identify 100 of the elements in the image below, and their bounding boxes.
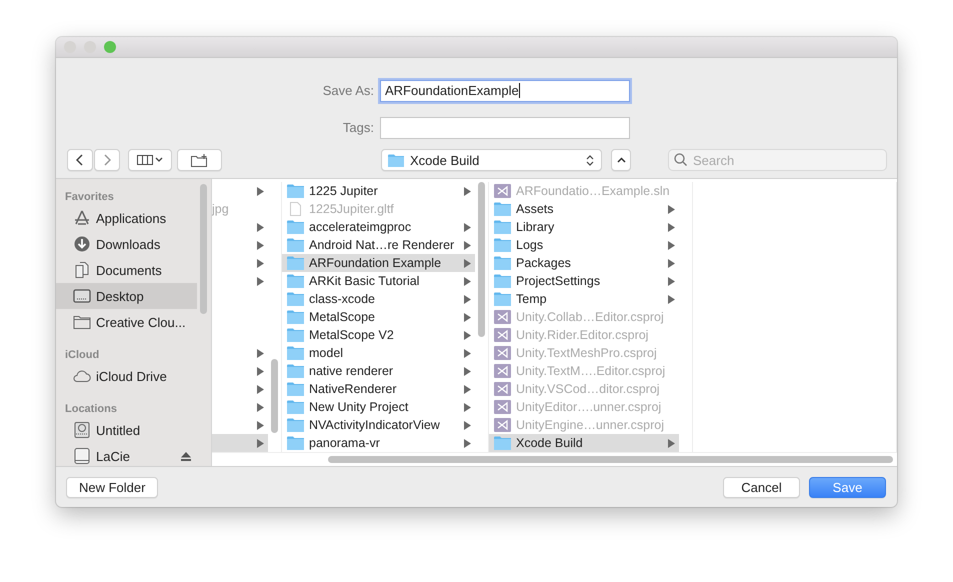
sidebar-item[interactable]: Downloads xyxy=(56,231,197,257)
sidebar-heading: iCloud xyxy=(65,349,100,361)
disclosure-arrow-icon xyxy=(464,186,471,196)
folder-icon xyxy=(287,184,304,198)
chevron-up-icon xyxy=(616,157,626,163)
file-name: model xyxy=(309,346,344,360)
folder-icon xyxy=(287,346,304,360)
file-name: 1225 Jupiter xyxy=(309,184,379,198)
eject-icon[interactable] xyxy=(181,452,191,460)
document-icon xyxy=(287,202,304,216)
folder-icon xyxy=(287,256,304,270)
file-row[interactable]: New Unity Project xyxy=(282,398,475,416)
file-row[interactable]: Xcode Build xyxy=(489,434,679,452)
folder-icon xyxy=(287,382,304,396)
sidebar-item[interactable]: Documents xyxy=(56,257,197,283)
file-row[interactable]: Packages xyxy=(489,254,679,272)
up-down-chevron-icon xyxy=(586,154,594,166)
file-name: MetalScope V2 xyxy=(309,328,395,342)
file-name: Unity.Collab…Editor.csproj xyxy=(516,310,665,324)
file-row[interactable]: ARFoundation Example xyxy=(282,254,475,272)
project-file-icon xyxy=(494,400,511,414)
file-name: Unity.VSCod…ditor.csproj xyxy=(516,382,661,396)
file-row[interactable]: MetalScope V2 xyxy=(282,326,475,344)
project-file-icon xyxy=(494,418,511,432)
file-row[interactable]: Android Nat…re Renderer xyxy=(282,236,475,254)
sidebar-heading: Favorites xyxy=(65,191,114,203)
file-row[interactable]: ARKit Basic Tutorial xyxy=(282,272,475,290)
file-name: New Unity Project xyxy=(309,400,410,414)
scrollbar[interactable] xyxy=(328,456,893,463)
folder-icon xyxy=(287,274,304,288)
file-name: ARFoundation Example xyxy=(309,256,442,270)
file-row[interactable]: NVActivityIndicatorView xyxy=(282,416,475,434)
new-folder-icon-button[interactable] xyxy=(177,149,222,171)
file-name: Packages xyxy=(516,256,572,270)
file-name: Unity.TextM….Editor.csproj xyxy=(516,364,666,378)
file-name: accelerateimgproc xyxy=(309,220,412,234)
view-mode-button[interactable] xyxy=(128,149,172,171)
file-name: NativeRenderer xyxy=(309,382,398,396)
collapse-button[interactable] xyxy=(611,149,631,171)
back-button[interactable] xyxy=(67,149,93,171)
project-file-icon xyxy=(494,346,511,360)
file-row[interactable]: model xyxy=(282,344,475,362)
location-popup[interactable]: Xcode Build xyxy=(381,149,602,171)
folder-icon xyxy=(287,292,304,306)
file-name: Assets xyxy=(516,202,555,216)
project-file-icon xyxy=(494,310,511,324)
scrollbar[interactable] xyxy=(478,182,485,337)
search-field[interactable]: Search xyxy=(668,149,887,171)
file-name: Unity.Rider.Editor.csproj xyxy=(516,328,650,342)
file-name: panorama-vr xyxy=(309,436,381,450)
file-name: Xcode Build xyxy=(516,436,584,450)
file-row[interactable]: NativeRenderer xyxy=(282,380,475,398)
file-name: ARFoundatio…Example.sln xyxy=(516,184,671,198)
sidebar-item[interactable]: Desktop xyxy=(56,283,197,309)
scrollbar[interactable] xyxy=(200,184,207,314)
folder-icon xyxy=(287,310,304,324)
file-row[interactable]: Library xyxy=(489,218,679,236)
tags-label: Tags: xyxy=(342,120,374,135)
folder-icon xyxy=(287,364,304,378)
sidebar-heading: Locations xyxy=(65,403,117,415)
file-row[interactable]: ProjectSettings xyxy=(489,272,679,290)
folder-icon xyxy=(494,274,511,288)
file-row[interactable]: Temp xyxy=(489,290,679,308)
folder-icon xyxy=(73,314,91,330)
disclosure-arrow-icon xyxy=(257,186,264,196)
new-folder-icon xyxy=(190,154,208,166)
file-name: NVActivityIndicatorView xyxy=(309,418,441,432)
new-folder-button[interactable]: New Folder xyxy=(66,476,158,498)
cancel-button[interactable]: Cancel xyxy=(723,476,800,498)
chevron-right-icon xyxy=(103,154,111,166)
sidebar-label: Desktop xyxy=(96,288,145,304)
sidebar-item[interactable]: LaCie xyxy=(56,443,197,466)
file-name: class-xcode xyxy=(309,292,376,306)
chevron-left-icon xyxy=(76,154,84,166)
applications-icon xyxy=(73,210,91,226)
file-row[interactable] xyxy=(212,434,268,452)
sidebar-item[interactable]: Untitled xyxy=(56,417,197,443)
search-icon xyxy=(674,153,687,166)
project-file-icon xyxy=(494,328,511,342)
sidebar-item[interactable]: iCloud Drive xyxy=(56,363,197,389)
file-row[interactable]: native renderer xyxy=(282,362,475,380)
file-row[interactable]: accelerateimgproc xyxy=(282,218,475,236)
sidebar-label: iCloud Drive xyxy=(96,368,168,384)
folder-icon xyxy=(494,220,511,234)
file-name: MetalScope xyxy=(309,310,376,324)
file-row[interactable]: MetalScope xyxy=(282,308,475,326)
file-row[interactable]: Logs xyxy=(489,236,679,254)
file-row[interactable]: panorama-vr xyxy=(282,434,475,452)
tags-field[interactable] xyxy=(380,116,630,138)
sidebar-item[interactable]: Applications xyxy=(56,205,197,231)
file-row[interactable]: class-xcode xyxy=(282,290,475,308)
folder-icon xyxy=(287,418,304,432)
sidebar-item[interactable]: Creative Clou... xyxy=(56,309,197,335)
file-name-field[interactable]: ARFoundationExample xyxy=(380,80,630,102)
folder-icon xyxy=(287,400,304,414)
scrollbar[interactable] xyxy=(271,359,278,433)
file-row[interactable]: 1225 Jupiter xyxy=(282,182,475,200)
folder-icon xyxy=(287,238,304,252)
file-row[interactable]: Assets xyxy=(489,200,679,218)
file-name: UnityEditor….unner.csproj xyxy=(516,400,662,414)
